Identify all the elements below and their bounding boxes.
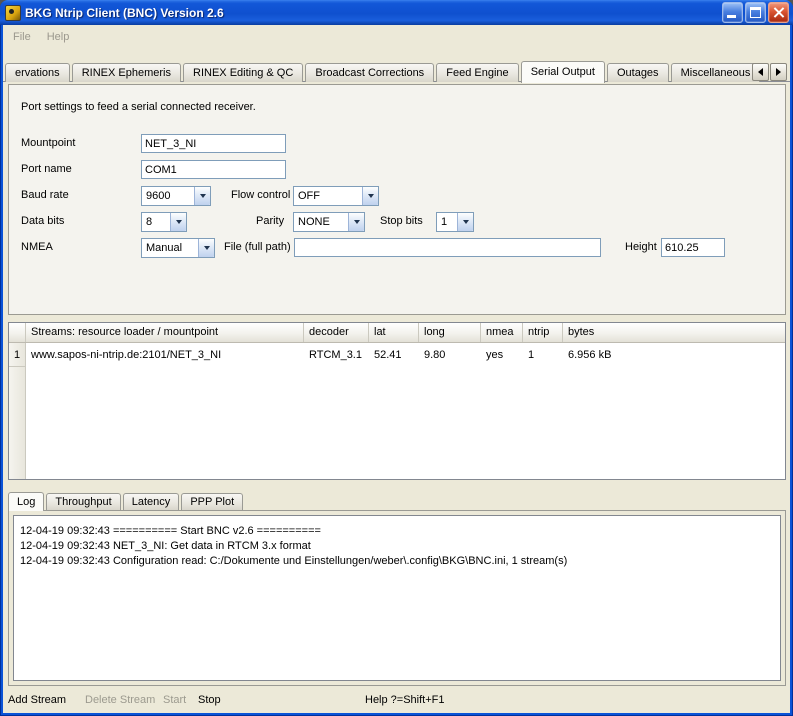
minimize-button[interactable] [722,2,743,23]
flow-control-value: OFF [294,190,362,202]
window-title: BKG Ntrip Client (BNC) Version 2.6 [25,6,722,20]
cell-long: 9.80 [419,349,481,361]
window-body: File Help ervations RINEX Ephemeris RINE… [3,25,790,713]
dropdown-arrow-icon [348,213,364,231]
titlebar[interactable]: BKG Ntrip Client (BNC) Version 2.6 [0,0,793,25]
tab-miscellaneous[interactable]: Miscellaneous [671,63,761,82]
nmea-select[interactable]: Manual [141,238,215,258]
arrow-right-icon [776,68,781,76]
data-bits-select[interactable]: 8 [141,212,187,232]
log-line: 12-04-19 09:32:43 Configuration read: C:… [20,554,774,569]
height-input[interactable] [661,238,725,257]
tab-log[interactable]: Log [8,492,44,511]
tab-outages[interactable]: Outages [607,63,669,82]
data-bits-label: Data bits [21,215,64,227]
cell-nmea: yes [481,349,523,361]
maximize-icon [750,7,761,18]
row-number-gutter: 1 [9,343,26,479]
mountpoint-input[interactable] [141,134,286,153]
tab-feed-engine[interactable]: Feed Engine [436,63,518,82]
log-line: 12-04-19 09:32:43 NET_3_NI: Get data in … [20,539,774,554]
cell-decoder: RTCM_3.1 [304,349,369,361]
streams-table-header: Streams: resource loader / mountpoint de… [9,323,785,343]
cell-lat: 52.41 [369,349,419,361]
baud-rate-label: Baud rate [21,189,69,201]
help-shortcut-label: Help ?=Shift+F1 [365,694,445,706]
column-header-decoder[interactable]: decoder [304,323,369,342]
minimize-icon [727,15,736,18]
column-header-lat[interactable]: lat [369,323,419,342]
port-name-input[interactable] [141,160,286,179]
cell-ntrip: 1 [523,349,563,361]
add-stream-button[interactable]: Add Stream [8,694,66,706]
footer-bar: Add Stream Delete Stream Start Stop Help… [3,691,790,711]
column-header-nmea[interactable]: nmea [481,323,523,342]
menu-file[interactable]: File [5,29,39,47]
column-header-ntrip[interactable]: ntrip [523,323,563,342]
menu-help[interactable]: Help [39,29,78,47]
cell-mountpoint: www.sapos-ni-ntrip.de:2101/NET_3_NI [26,349,304,361]
tab-serial-output[interactable]: Serial Output [521,61,605,83]
file-path-input[interactable] [294,238,601,257]
close-button[interactable] [768,2,789,23]
app-window: BKG Ntrip Client (BNC) Version 2.6 File … [0,0,793,716]
log-pane: 12-04-19 09:32:43 ========== Start BNC v… [8,510,786,686]
tab-throughput[interactable]: Throughput [46,493,120,510]
main-tabbar: ervations RINEX Ephemeris RINEX Editing … [3,61,790,82]
tab-ppp-plot[interactable]: PPP Plot [181,493,243,510]
row-number: 1 [9,343,25,367]
header-corner [9,323,26,342]
bottom-tabbar: Log Throughput Latency PPP Plot [8,492,242,511]
flow-control-label: Flow control [231,189,290,201]
baud-rate-value: 9600 [142,190,194,202]
tab-broadcast-corrections[interactable]: Broadcast Corrections [305,63,434,82]
nmea-value: Manual [142,242,198,254]
dropdown-arrow-icon [198,239,214,257]
tab-scroll-left-button[interactable] [752,63,769,81]
log-output[interactable]: 12-04-19 09:32:43 ========== Start BNC v… [13,515,781,681]
cell-bytes: 6.956 kB [563,349,785,361]
data-bits-value: 8 [142,216,170,228]
baud-rate-select[interactable]: 9600 [141,186,211,206]
tab-observations[interactable]: ervations [5,63,70,82]
serial-output-panel: Port settings to feed a serial connected… [8,84,786,315]
menubar: File Help [5,29,77,47]
panel-description: Port settings to feed a serial connected… [21,101,256,113]
delete-stream-button[interactable]: Delete Stream [85,694,155,706]
dropdown-arrow-icon [362,187,378,205]
tab-latency[interactable]: Latency [123,493,180,510]
file-path-label: File (full path) [224,241,291,253]
close-icon [769,3,788,22]
column-header-long[interactable]: long [419,323,481,342]
nmea-label: NMEA [21,241,53,253]
tab-scroll-right-button[interactable] [770,63,787,81]
height-label: Height [625,241,657,253]
dropdown-arrow-icon [194,187,210,205]
parity-value: NONE [294,216,348,228]
dropdown-arrow-icon [170,213,186,231]
column-header-mountpoint[interactable]: Streams: resource loader / mountpoint [26,323,304,342]
stop-button[interactable]: Stop [198,694,221,706]
table-row[interactable]: www.sapos-ni-ntrip.de:2101/NET_3_NI RTCM… [26,343,785,367]
app-icon[interactable] [5,5,21,21]
stop-bits-select[interactable]: 1 [436,212,474,232]
column-header-bytes[interactable]: bytes [563,323,785,342]
maximize-button[interactable] [745,2,766,23]
mountpoint-label: Mountpoint [21,137,75,149]
log-line: 12-04-19 09:32:43 ========== Start BNC v… [20,524,774,539]
start-button[interactable]: Start [163,694,186,706]
stop-bits-label: Stop bits [380,215,423,227]
dropdown-arrow-icon [457,213,473,231]
tab-rinex-editing-qc[interactable]: RINEX Editing & QC [183,63,303,82]
port-name-label: Port name [21,163,72,175]
tab-rinex-ephemeris[interactable]: RINEX Ephemeris [72,63,181,82]
parity-label: Parity [256,215,284,227]
stop-bits-value: 1 [437,216,457,228]
arrow-left-icon [758,68,763,76]
streams-table: Streams: resource loader / mountpoint de… [8,322,786,480]
flow-control-select[interactable]: OFF [293,186,379,206]
parity-select[interactable]: NONE [293,212,365,232]
